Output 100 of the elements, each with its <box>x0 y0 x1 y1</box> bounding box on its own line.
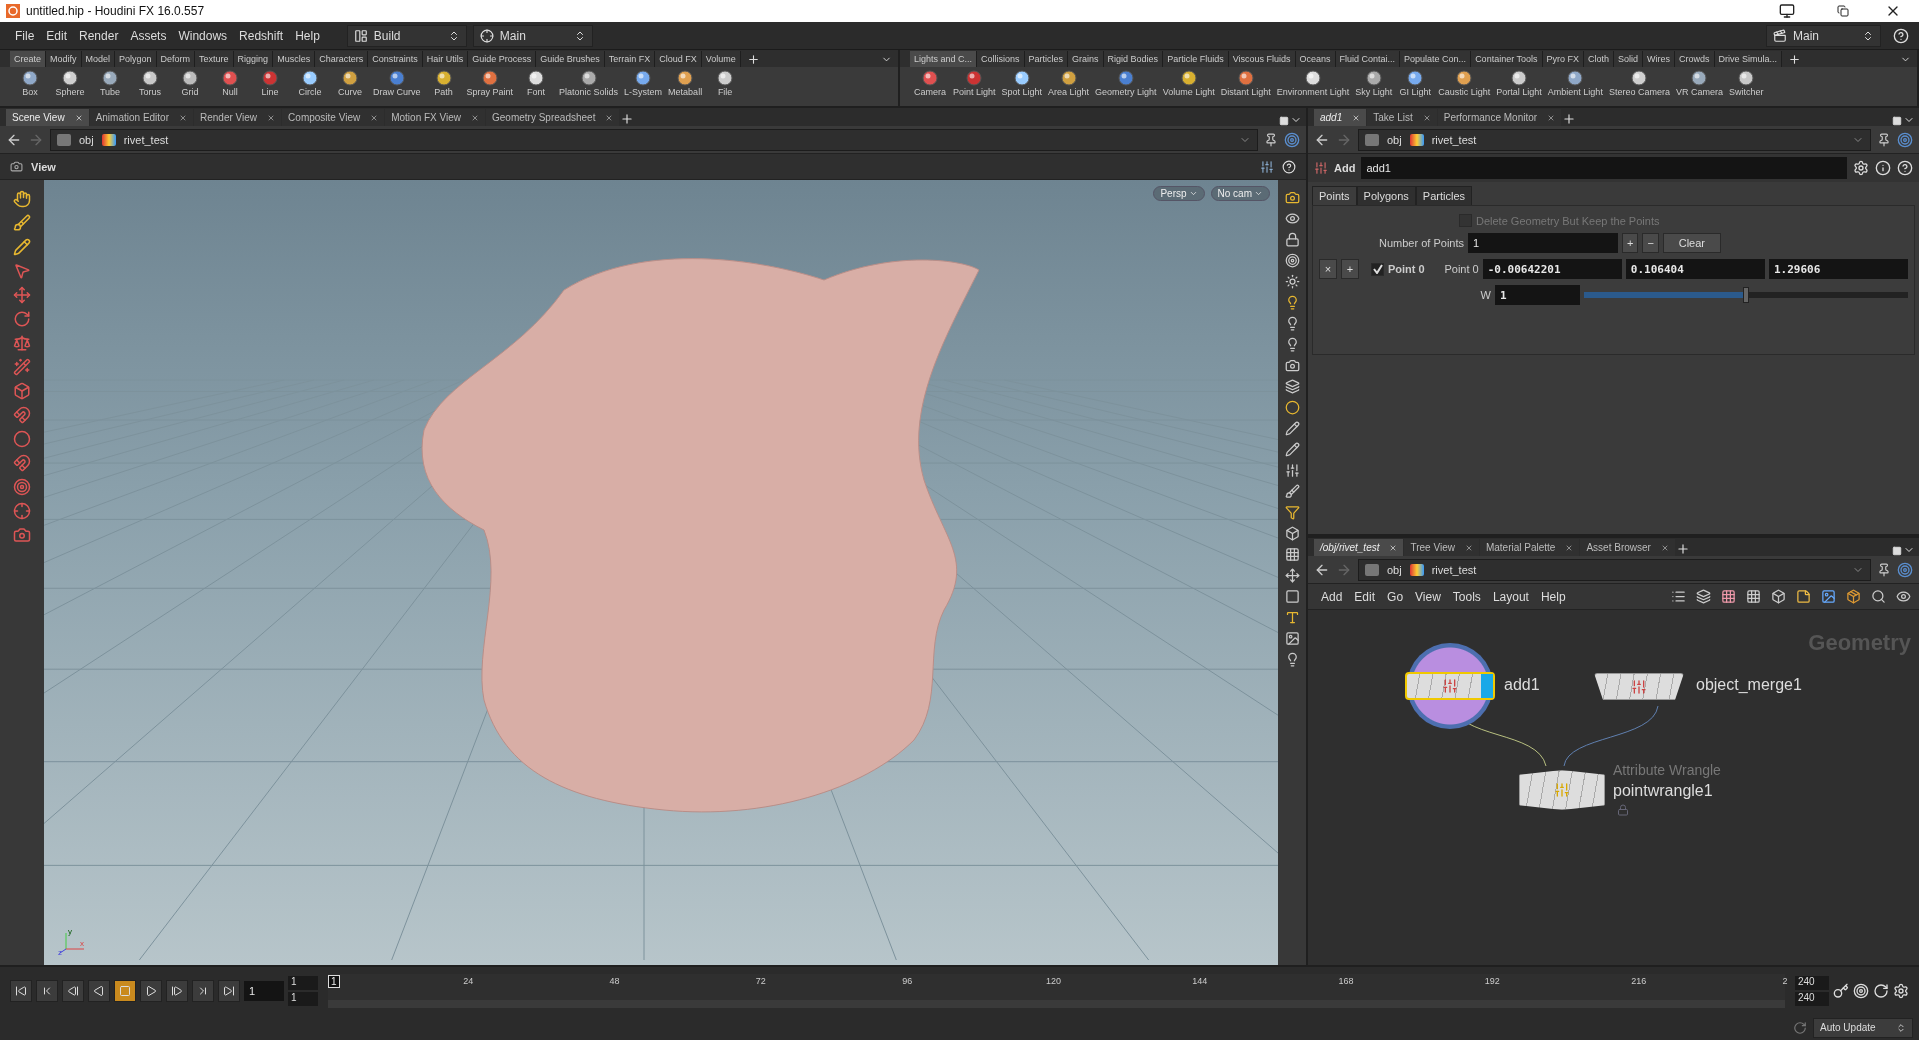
shelf-tool[interactable]: Path <box>423 69 464 97</box>
path-crumb[interactable]: obj <box>1387 133 1402 146</box>
shelf-tab[interactable]: Constraints <box>368 51 423 67</box>
shelf-tool[interactable]: Geometry Light <box>1092 69 1160 97</box>
toolbar-icon[interactable] <box>1896 589 1911 604</box>
shelf-tool[interactable]: Environment Light <box>1273 69 1353 97</box>
path-crumb[interactable]: rivet_test <box>1431 133 1477 146</box>
help-icon[interactable] <box>1282 159 1296 174</box>
playback-button[interactable] <box>114 980 136 1002</box>
shelf-tool[interactable]: Volume Light <box>1159 69 1218 97</box>
shelf-tool[interactable]: Sky Light <box>1352 69 1396 97</box>
playback-button[interactable] <box>62 980 84 1002</box>
shelf-tab[interactable]: Collisions <box>977 51 1025 67</box>
number-field[interactable]: 1 <box>1468 233 1618 253</box>
parameter-tab[interactable]: Polygons <box>1356 186 1416 205</box>
pane-tab[interactable]: Motion FX View <box>385 109 485 126</box>
camera-menu-button[interactable]: Persp <box>1153 186 1205 201</box>
info-icon[interactable] <box>1875 160 1891 176</box>
range-field[interactable]: 1 <box>288 976 318 990</box>
shelf-tab[interactable]: Muscles <box>273 51 316 67</box>
add-tab-icon[interactable] <box>1788 53 1802 66</box>
timeline-ruler[interactable]: 1 24 48 72 96 120 144 168 192 216 2 <box>328 974 1785 1008</box>
key-icon[interactable] <box>1833 983 1849 999</box>
tool-icon[interactable] <box>1284 505 1300 520</box>
menu-item[interactable]: Help <box>290 26 325 45</box>
pane-tab[interactable]: Material Palette <box>1479 539 1580 556</box>
menu-item[interactable]: Windows <box>173 26 233 45</box>
shelf-tab[interactable]: Polygon <box>115 51 157 67</box>
pane-tab[interactable]: add1 <box>1314 109 1367 126</box>
pane-tab[interactable]: /obj/rivet_test <box>1314 539 1404 556</box>
monitor-icon[interactable] <box>1779 3 1795 19</box>
shelf-tab[interactable]: Particle Fluids <box>1163 51 1229 67</box>
shelf-tool[interactable]: Ambient Light <box>1544 69 1606 97</box>
pane-tab[interactable]: Scene View <box>6 109 89 126</box>
shelf-tab[interactable]: Populate Con... <box>1400 51 1472 67</box>
node-name-field[interactable]: add1 <box>1361 157 1847 179</box>
shelf-tool[interactable]: Distant Light <box>1217 69 1274 97</box>
number-field[interactable]: 1 <box>1495 285 1580 305</box>
shelf-tab[interactable]: Cloud FX <box>655 51 702 67</box>
menu-item[interactable]: Go <box>1382 587 1409 606</box>
menu-item[interactable]: Redshift <box>234 26 289 45</box>
tool-icon[interactable] <box>1284 463 1300 478</box>
shelf-tab[interactable]: Rigging <box>233 51 274 67</box>
menu-item[interactable]: Add <box>1316 587 1348 606</box>
remove-button[interactable]: × <box>1319 259 1337 279</box>
path-field[interactable]: obj rivet_test <box>1358 128 1871 151</box>
tool-icon[interactable] <box>1284 211 1300 226</box>
range-field[interactable]: 1 <box>288 992 318 1006</box>
tool-icon[interactable] <box>13 262 31 280</box>
maximize-icon[interactable] <box>1892 546 1902 556</box>
node[interactable] <box>1519 770 1605 810</box>
playback-button[interactable] <box>166 980 188 1002</box>
pane-tab[interactable]: Render View <box>194 109 282 126</box>
view-icon[interactable] <box>10 160 23 173</box>
tool-icon[interactable] <box>1284 190 1300 205</box>
shelf-tool[interactable]: VR Camera <box>1672 69 1726 97</box>
shelf-tab[interactable]: Hair Utils <box>422 51 469 67</box>
vector-field[interactable]: 0.106404 <box>1625 259 1765 279</box>
shelf-tab[interactable]: Volume <box>701 51 741 67</box>
tool-icon[interactable] <box>13 238 31 256</box>
pane-tab[interactable]: Performance Monitor <box>1437 109 1562 126</box>
playback-button[interactable] <box>36 980 58 1002</box>
maximize-icon[interactable] <box>1279 116 1289 126</box>
tool-icon[interactable] <box>13 478 31 496</box>
shelf-tool[interactable]: Spray Paint <box>463 69 517 97</box>
menu-item[interactable]: View <box>1410 587 1446 606</box>
tool-icon[interactable] <box>1284 421 1300 436</box>
update-mode-button[interactable]: Auto Update <box>1813 1017 1913 1038</box>
menu-item[interactable]: Layout <box>1487 587 1534 606</box>
shelf-tab[interactable]: Drive Simula... <box>1714 51 1783 67</box>
tool-icon[interactable] <box>1284 610 1300 625</box>
shelf-tool[interactable]: Point Light <box>950 69 999 97</box>
pane-tab[interactable]: Geometry Spreadsheet <box>486 109 620 126</box>
shelf-tool[interactable]: Stereo Camera <box>1605 69 1673 97</box>
shelf-tab[interactable]: Lights and C... <box>910 51 978 67</box>
toolbar-icon[interactable] <box>1671 589 1686 604</box>
pane-tab[interactable]: Composite View <box>282 109 385 126</box>
display-options-icon[interactable] <box>1260 159 1274 174</box>
menu-item[interactable]: File <box>10 26 40 45</box>
shelf-tab[interactable]: Create <box>10 51 46 67</box>
tool-icon[interactable] <box>13 430 31 448</box>
desktop-selector[interactable]: Build <box>346 24 467 47</box>
pin-icon[interactable] <box>1877 132 1891 147</box>
shelf-tab[interactable]: Guide Brushes <box>536 51 605 67</box>
range-field[interactable]: 240 <box>1795 992 1829 1006</box>
tool-icon[interactable] <box>13 310 31 328</box>
parameter-button[interactable]: + <box>1622 233 1639 253</box>
tool-icon[interactable] <box>1284 484 1300 499</box>
shelf-tab[interactable]: Modify <box>46 51 82 67</box>
shelf-tool[interactable]: Metaball <box>665 69 706 97</box>
settings-icon[interactable] <box>1893 983 1909 999</box>
maximize-icon[interactable] <box>1892 116 1902 126</box>
range-field[interactable]: 240 <box>1795 976 1829 990</box>
tool-icon[interactable] <box>1284 253 1300 268</box>
shelf-set-selector[interactable]: Main <box>472 24 593 47</box>
refresh-icon[interactable] <box>1793 1020 1807 1035</box>
menu-item[interactable]: Help <box>1535 587 1571 606</box>
path-crumb[interactable]: rivet_test <box>123 133 169 146</box>
shelf-tool[interactable]: Font <box>516 69 557 97</box>
shelf-tab[interactable]: Cloth <box>1584 51 1615 67</box>
